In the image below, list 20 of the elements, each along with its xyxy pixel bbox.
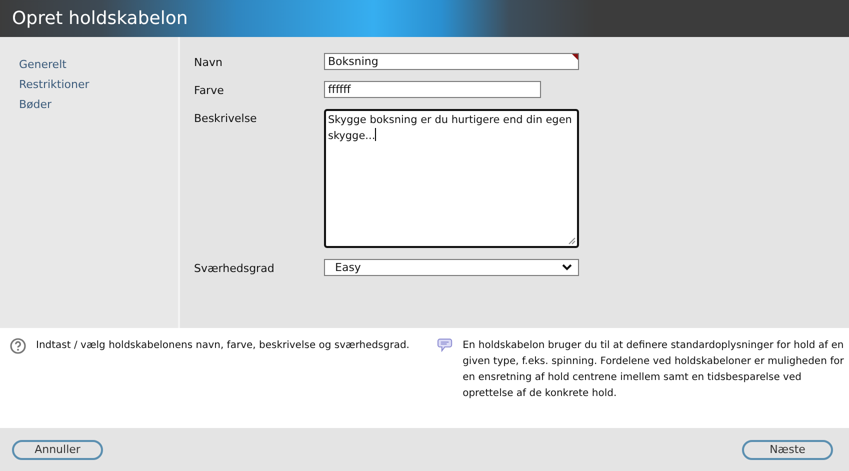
resize-grip-icon[interactable] <box>568 237 576 245</box>
speech-bubble-icon <box>437 338 453 352</box>
info-text: En holdskabelon bruger du til at definere standardoplysninger for hold af en given type, f.eks. spinning. Fordelene ved holdskabeloner er muligheden for en ensretning af hold centrene imellem samt en tidsbesparelse ved oprettelse af de konkrete hold. <box>462 339 845 401</box>
input-field[interactable]: ffffff <box>324 81 541 98</box>
help-icon <box>10 338 26 354</box>
field-label: Farve <box>194 83 225 97</box>
field-label: Beskrivelse <box>194 111 258 125</box>
field-label: Sværhedsgrad <box>194 261 276 275</box>
sidebar-item[interactable]: Bøder <box>0 98 178 118</box>
sidebar-item[interactable]: Generelt <box>0 58 178 78</box>
chevron-down-icon <box>562 264 572 271</box>
dropdown[interactable]: Easy <box>324 259 579 276</box>
window-title: Opret holdskabelon <box>12 8 188 29</box>
sidebar-item[interactable]: Restriktioner <box>0 78 178 98</box>
input-field[interactable]: Boksning <box>324 53 579 70</box>
button[interactable]: Næste <box>742 440 833 460</box>
text-area[interactable]: Skygge boksning er du hurtigere end din egen skygge... <box>324 109 579 248</box>
help-text: Indtast / vælg holdskabelonens navn, farve, beskrivelse og sværhedsgrad. <box>36 339 410 353</box>
button[interactable]: Annuller <box>12 440 103 460</box>
field-label: Navn <box>194 55 224 69</box>
